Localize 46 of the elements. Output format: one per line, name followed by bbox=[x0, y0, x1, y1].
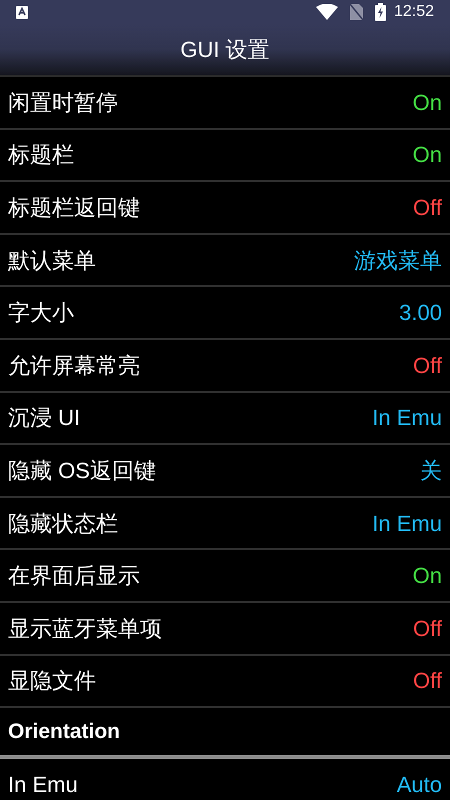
setting-value: 游戏菜单 bbox=[354, 246, 442, 275]
setting-value: On bbox=[412, 88, 442, 117]
wifi-icon bbox=[316, 4, 338, 20]
setting-label: 隐藏状态栏 bbox=[8, 510, 118, 538]
setting-value: Off bbox=[413, 667, 442, 696]
setting-row[interactable]: In Emu Auto bbox=[0, 759, 450, 800]
setting-row[interactable]: 标题栏返回键 Off bbox=[0, 182, 450, 235]
no-sim-icon bbox=[350, 4, 363, 20]
setting-label: 显示蓝牙菜单项 bbox=[8, 614, 162, 643]
setting-label: 显隐文件 bbox=[8, 667, 96, 696]
setting-value: Off bbox=[413, 194, 442, 222]
setting-row[interactable]: 隐藏 OS返回键 关 bbox=[0, 445, 450, 498]
clock-time: 12:52 bbox=[394, 2, 434, 22]
setting-row[interactable]: 允许屏幕常亮 Off bbox=[0, 340, 450, 393]
setting-value: On bbox=[412, 141, 442, 170]
setting-row[interactable]: 隐藏状态栏 In Emu bbox=[0, 498, 450, 550]
setting-value: In Emu bbox=[372, 510, 442, 538]
setting-label: 默认菜单 bbox=[8, 246, 96, 275]
setting-row[interactable]: 在界面后显示 On bbox=[0, 550, 450, 603]
setting-label: 隐藏 OS返回键 bbox=[8, 456, 156, 485]
setting-value: Off bbox=[413, 352, 442, 380]
setting-row[interactable]: 默认菜单 游戏菜单 bbox=[0, 234, 450, 288]
setting-label: 标题栏返回键 bbox=[8, 194, 140, 222]
setting-label: 允许屏幕常亮 bbox=[8, 352, 140, 380]
setting-label: 字大小 bbox=[8, 299, 74, 328]
setting-value: Auto bbox=[396, 770, 442, 799]
setting-value: Off bbox=[413, 614, 442, 643]
setting-row[interactable]: 闲置时暂停 On bbox=[0, 77, 450, 130]
section-header: Orientation bbox=[8, 718, 120, 745]
setting-label: 标题栏 bbox=[8, 141, 74, 170]
setting-row[interactable]: 显隐文件 Off bbox=[0, 656, 450, 708]
screen-title: GUI 设置 bbox=[180, 36, 270, 64]
setting-value: On bbox=[412, 562, 442, 590]
setting-label: 沉浸 UI bbox=[8, 404, 80, 432]
setting-row[interactable]: 显示蓝牙菜单项 Off bbox=[0, 602, 450, 656]
setting-row[interactable]: 沉浸 UI In Emu bbox=[0, 392, 450, 446]
setting-row[interactable]: 字大小 3.00 bbox=[0, 287, 450, 340]
setting-label: In Emu bbox=[8, 770, 78, 799]
setting-value: In Emu bbox=[372, 404, 442, 432]
setting-value: 3.00 bbox=[399, 299, 442, 328]
app-notification-icon bbox=[16, 6, 28, 18]
battery-charging-icon bbox=[374, 3, 386, 21]
setting-label: 在界面后显示 bbox=[8, 562, 140, 590]
setting-row[interactable]: 标题栏 On bbox=[0, 130, 450, 182]
setting-value: 关 bbox=[420, 456, 442, 485]
setting-label: 闲置时暂停 bbox=[8, 88, 118, 117]
